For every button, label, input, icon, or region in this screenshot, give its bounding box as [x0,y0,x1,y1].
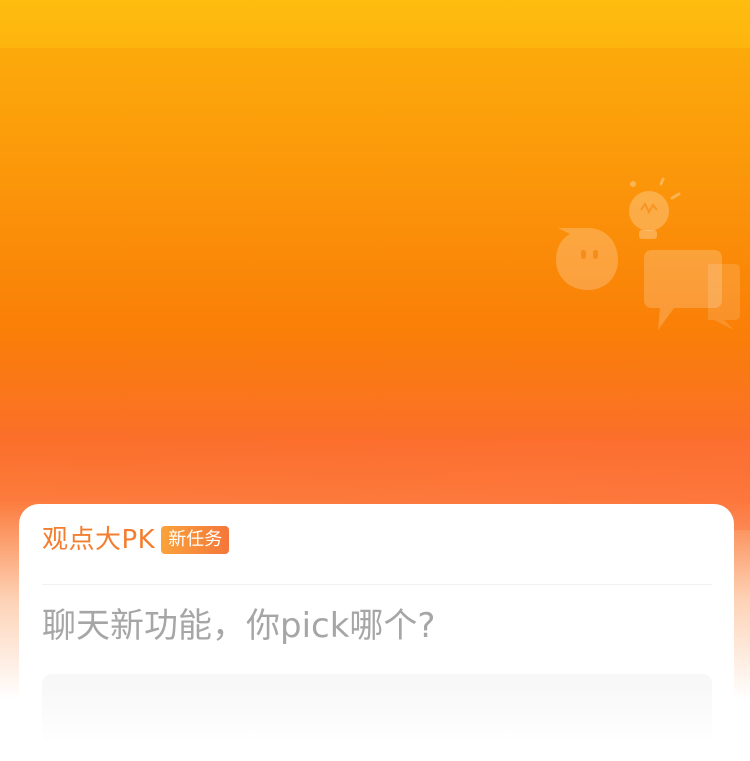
status-band [0,0,750,48]
hero-illustration [556,177,740,330]
question-text: 聊天新功能，你pick哪个? [42,606,436,646]
option-area[interactable] [42,674,712,744]
card-header: 观点大PK 新任务 [42,522,230,558]
chat-face-icon [556,228,618,290]
chat-bubbles-icon [644,250,740,330]
lightbulb-icon [629,177,681,239]
card-title: 观点大PK [42,525,156,555]
new-task-badge: 新任务 [161,526,230,554]
debate-card[interactable]: 观点大PK 新任务 聊天新功能，你pick哪个? [19,504,734,761]
divider [42,584,712,585]
